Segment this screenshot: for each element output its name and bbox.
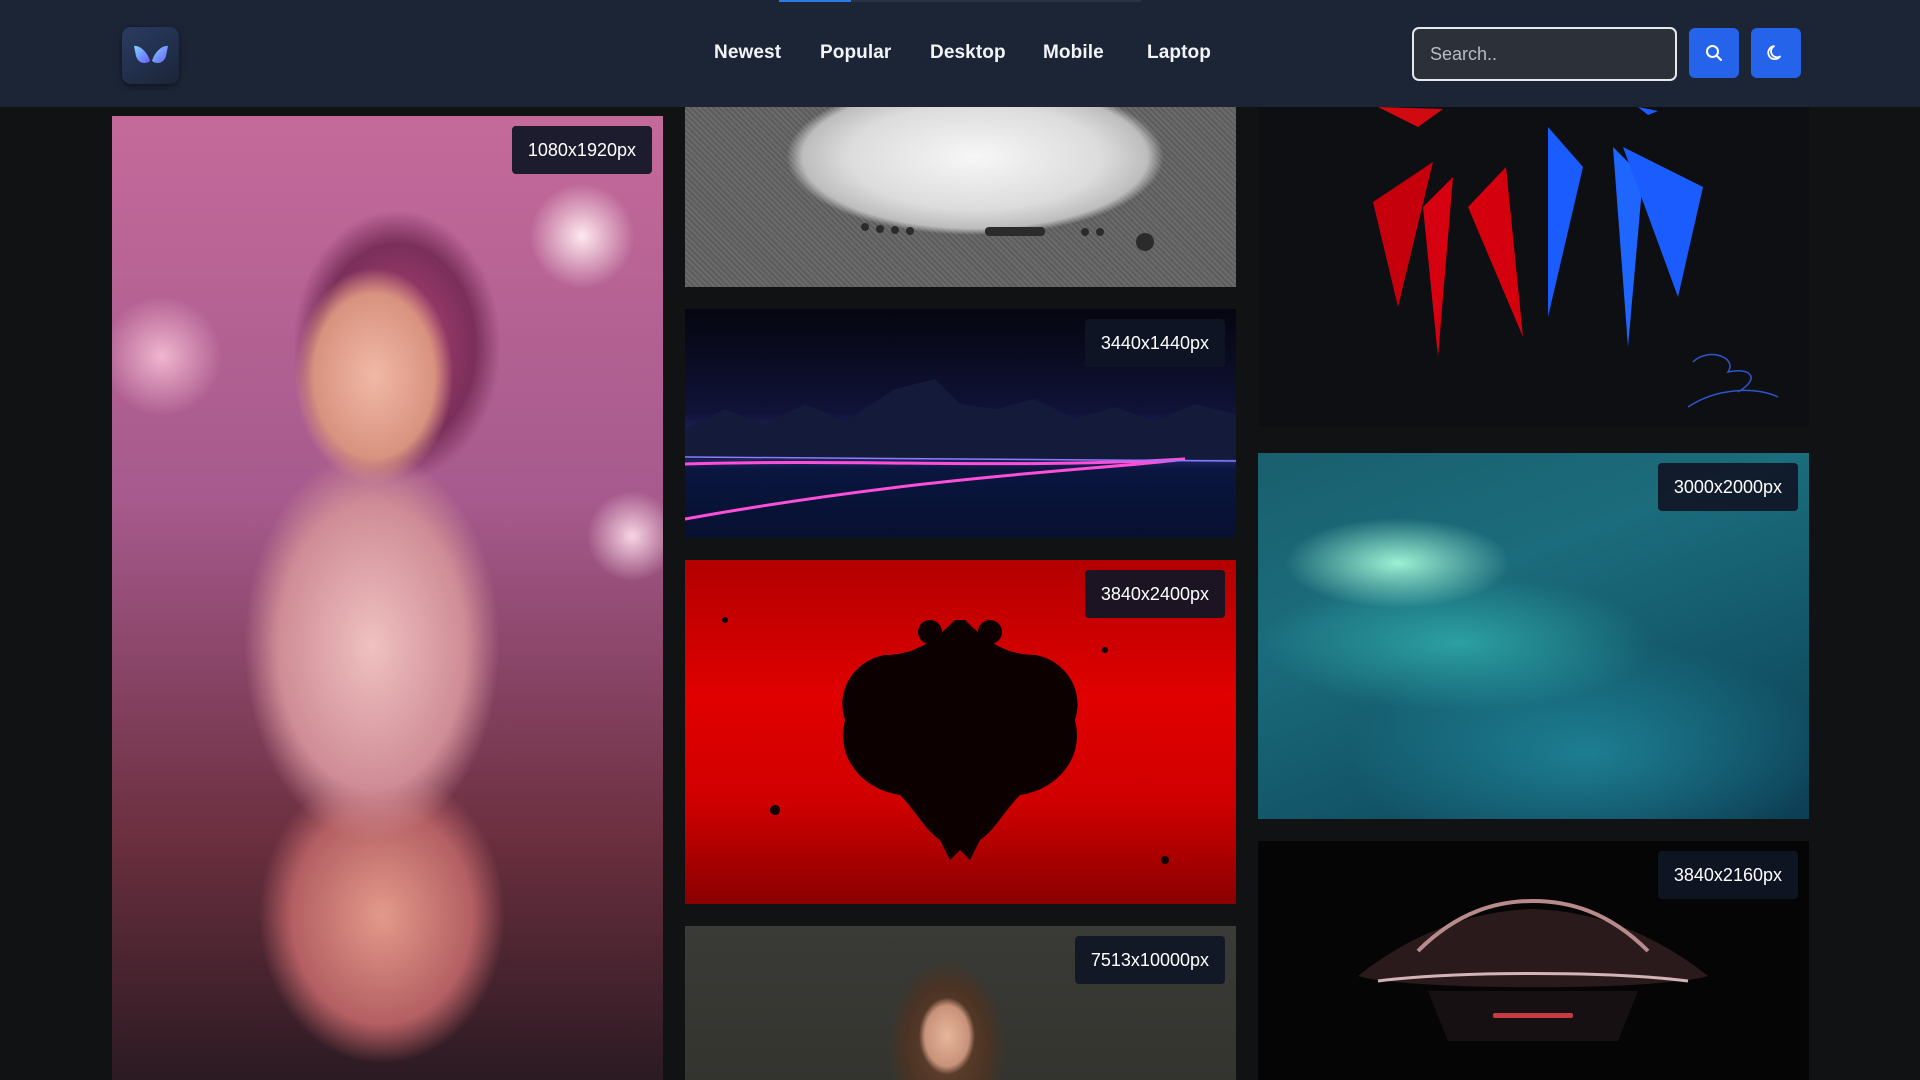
- nav-popular[interactable]: Popular: [820, 42, 891, 64]
- nav-desktop[interactable]: Desktop: [930, 42, 1006, 64]
- search-button[interactable]: [1689, 28, 1739, 78]
- search-icon: [1706, 45, 1722, 61]
- wallpaper-card-character[interactable]: 1080x1920px: [112, 116, 663, 1080]
- nav-laptop[interactable]: Laptop: [1147, 42, 1211, 64]
- resolution-badge: 1080x1920px: [511, 126, 652, 174]
- wallpaper-card-portrait[interactable]: 7513x10000px: [685, 926, 1236, 1080]
- moon-icon: [1767, 45, 1781, 61]
- phone-ports-graphic: [861, 223, 1154, 251]
- wallpaper-card-phone[interactable]: [685, 107, 1236, 287]
- wallpaper-card-flag[interactable]: 3840x2400px: [685, 560, 1236, 904]
- theme-toggle-button[interactable]: [1751, 28, 1801, 78]
- resolution-badge: 7513x10000px: [1074, 936, 1225, 984]
- wallpaper-image: [112, 116, 663, 1080]
- nav-mobile[interactable]: Mobile: [1043, 42, 1104, 64]
- spikes-graphic: [1373, 107, 1779, 408]
- resolution-badge: 3000x2000px: [1657, 463, 1798, 511]
- resolution-badge: 3440x1440px: [1084, 319, 1225, 367]
- wallpaper-card-car[interactable]: 3840x2160px: [1258, 841, 1809, 1080]
- wallpaper-card-aurora[interactable]: 3000x2000px: [1258, 453, 1809, 819]
- wallpaper-card-spikes[interactable]: [1258, 107, 1809, 427]
- top-header: Newest Popular Desktop Mobile Laptop: [0, 0, 1920, 107]
- nav-newest[interactable]: Newest: [714, 42, 781, 64]
- wallpaper-card-synthwave[interactable]: 3440x1440px: [685, 309, 1236, 538]
- resolution-badge: 3840x2400px: [1084, 570, 1225, 618]
- search-input[interactable]: [1412, 27, 1677, 81]
- resolution-badge: 3840x2160px: [1657, 851, 1798, 899]
